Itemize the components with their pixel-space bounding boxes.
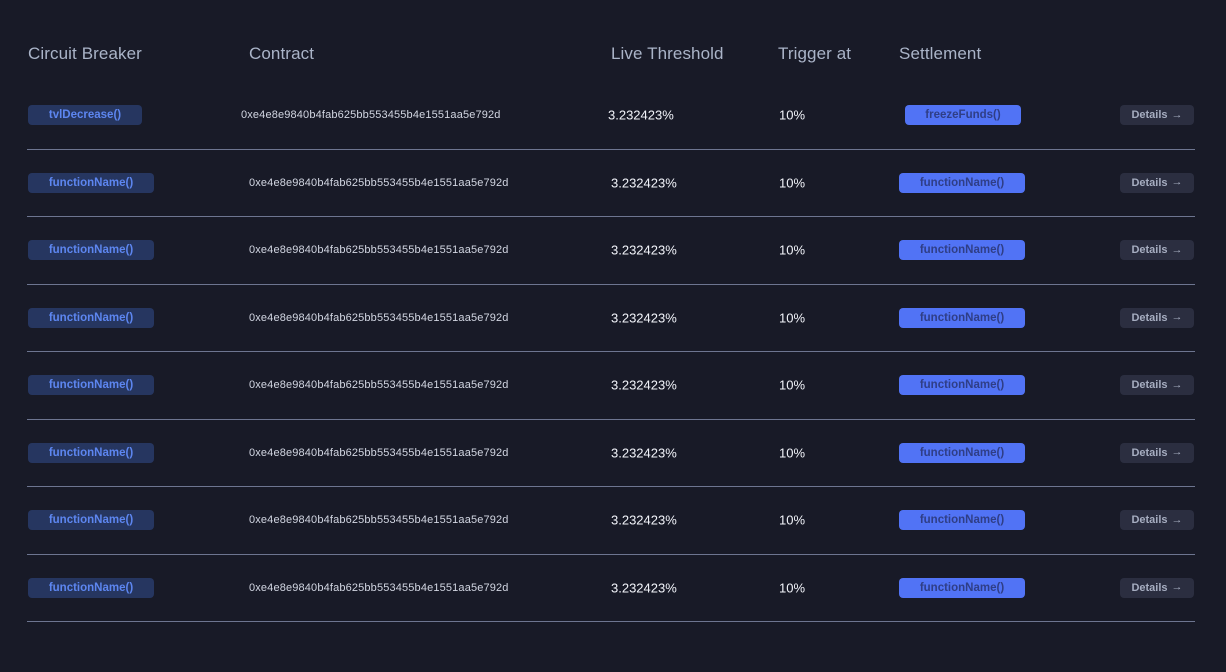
details-label: Details — [1131, 379, 1168, 392]
contract-address: 0xe4e8e9840b4fab625bb553455b4e1551aa5e79… — [249, 581, 509, 594]
settlement-badge[interactable]: functionName() — [899, 240, 1025, 261]
live-threshold-value: 3.232423% — [611, 175, 677, 191]
settlement-badge[interactable]: functionName() — [899, 577, 1025, 598]
arrow-right-icon: → — [1171, 513, 1183, 526]
table-row: functionName() 0xe4e8e9840b4fab625bb5534… — [27, 285, 1195, 352]
details-label: Details — [1131, 244, 1168, 257]
details-label: Details — [1131, 514, 1168, 527]
arrow-right-icon: → — [1171, 108, 1183, 121]
trigger-at-value: 10% — [779, 310, 806, 326]
contract-address: 0xe4e8e9840b4fab625bb553455b4e1551aa5e79… — [249, 379, 509, 392]
settlement-badge[interactable]: functionName() — [899, 172, 1025, 193]
settlement-badge[interactable]: functionName() — [899, 375, 1025, 396]
header-contract: Contract — [249, 44, 315, 63]
details-button[interactable]: Details → — [1120, 375, 1194, 396]
settlement-badge[interactable]: functionName() — [899, 307, 1025, 328]
live-threshold-value: 3.232423% — [611, 512, 677, 528]
details-button[interactable]: Details → — [1120, 240, 1194, 261]
settlement-badge[interactable]: functionName() — [899, 510, 1025, 531]
live-threshold-value: 3.232423% — [611, 310, 677, 326]
settlement-badge[interactable]: functionName() — [899, 442, 1025, 463]
table-row: tvlDecrease() 0xe4e8e9840b4fab625bb55345… — [27, 82, 1195, 150]
details-button[interactable]: Details → — [1120, 105, 1194, 126]
table-row: functionName() 0xe4e8e9840b4fab625bb5534… — [27, 217, 1195, 285]
details-label: Details — [1131, 176, 1168, 189]
circuit-breaker-badge[interactable]: functionName() — [28, 510, 154, 531]
details-label: Details — [1131, 581, 1168, 594]
arrow-right-icon: → — [1171, 176, 1183, 189]
table-row: functionName() 0xe4e8e9840b4fab625bb5534… — [27, 555, 1195, 622]
live-threshold-value: 3.232423% — [608, 107, 674, 123]
details-button[interactable]: Details → — [1120, 307, 1194, 328]
table-row: functionName() 0xe4e8e9840b4fab625bb5534… — [27, 487, 1195, 555]
arrow-right-icon: → — [1171, 581, 1183, 594]
arrow-right-icon: → — [1171, 311, 1183, 324]
settlement-badge[interactable]: freezeFunds() — [905, 105, 1021, 126]
details-label: Details — [1131, 311, 1168, 324]
circuit-breaker-badge[interactable]: functionName() — [28, 240, 154, 261]
table-row: functionName() 0xe4e8e9840b4fab625bb5534… — [27, 352, 1195, 420]
live-threshold-value: 3.232423% — [611, 242, 677, 258]
trigger-at-value: 10% — [779, 107, 806, 123]
table-row: functionName() 0xe4e8e9840b4fab625bb5534… — [27, 150, 1195, 217]
trigger-at-value: 10% — [779, 175, 806, 191]
header-settlement: Settlement — [899, 44, 982, 63]
table-body: tvlDecrease() 0xe4e8e9840b4fab625bb55345… — [27, 82, 1195, 622]
trigger-at-value: 10% — [779, 445, 806, 461]
live-threshold-value: 3.232423% — [611, 377, 677, 393]
arrow-right-icon: → — [1171, 243, 1183, 256]
circuit-breaker-badge[interactable]: functionName() — [28, 307, 154, 328]
details-button[interactable]: Details → — [1120, 577, 1194, 598]
contract-address: 0xe4e8e9840b4fab625bb553455b4e1551aa5e79… — [249, 176, 509, 189]
arrow-right-icon: → — [1171, 446, 1183, 459]
trigger-at-value: 10% — [779, 512, 806, 528]
circuit-breaker-badge[interactable]: tvlDecrease() — [28, 105, 142, 126]
trigger-at-value: 10% — [779, 377, 806, 393]
circuit-breaker-badge[interactable]: functionName() — [28, 375, 154, 396]
contract-address: 0xe4e8e9840b4fab625bb553455b4e1551aa5e79… — [249, 311, 509, 324]
circuit-breaker-badge[interactable]: functionName() — [28, 577, 154, 598]
circuit-breaker-badge[interactable]: functionName() — [28, 172, 154, 193]
live-threshold-value: 3.232423% — [611, 580, 677, 596]
arrow-right-icon: → — [1171, 378, 1183, 391]
contract-address: 0xe4e8e9840b4fab625bb553455b4e1551aa5e79… — [249, 446, 509, 459]
live-threshold-value: 3.232423% — [611, 445, 677, 461]
trigger-at-value: 10% — [779, 242, 806, 258]
circuit-breaker-table: Circuit Breaker Contract Live Threshold … — [27, 0, 1195, 622]
details-label: Details — [1131, 109, 1168, 122]
details-button[interactable]: Details → — [1120, 442, 1194, 463]
details-button[interactable]: Details → — [1120, 172, 1194, 193]
circuit-breaker-badge[interactable]: functionName() — [28, 442, 154, 463]
header-live-threshold: Live Threshold — [611, 44, 724, 63]
header-circuit-breaker: Circuit Breaker — [28, 44, 142, 63]
details-label: Details — [1131, 446, 1168, 459]
contract-address: 0xe4e8e9840b4fab625bb553455b4e1551aa5e79… — [241, 109, 501, 122]
contract-address: 0xe4e8e9840b4fab625bb553455b4e1551aa5e79… — [249, 244, 509, 257]
table-row: functionName() 0xe4e8e9840b4fab625bb5534… — [27, 420, 1195, 487]
trigger-at-value: 10% — [779, 580, 806, 596]
contract-address: 0xe4e8e9840b4fab625bb553455b4e1551aa5e79… — [249, 514, 509, 527]
header-trigger-at: Trigger at — [778, 44, 852, 63]
details-button[interactable]: Details → — [1120, 510, 1194, 531]
